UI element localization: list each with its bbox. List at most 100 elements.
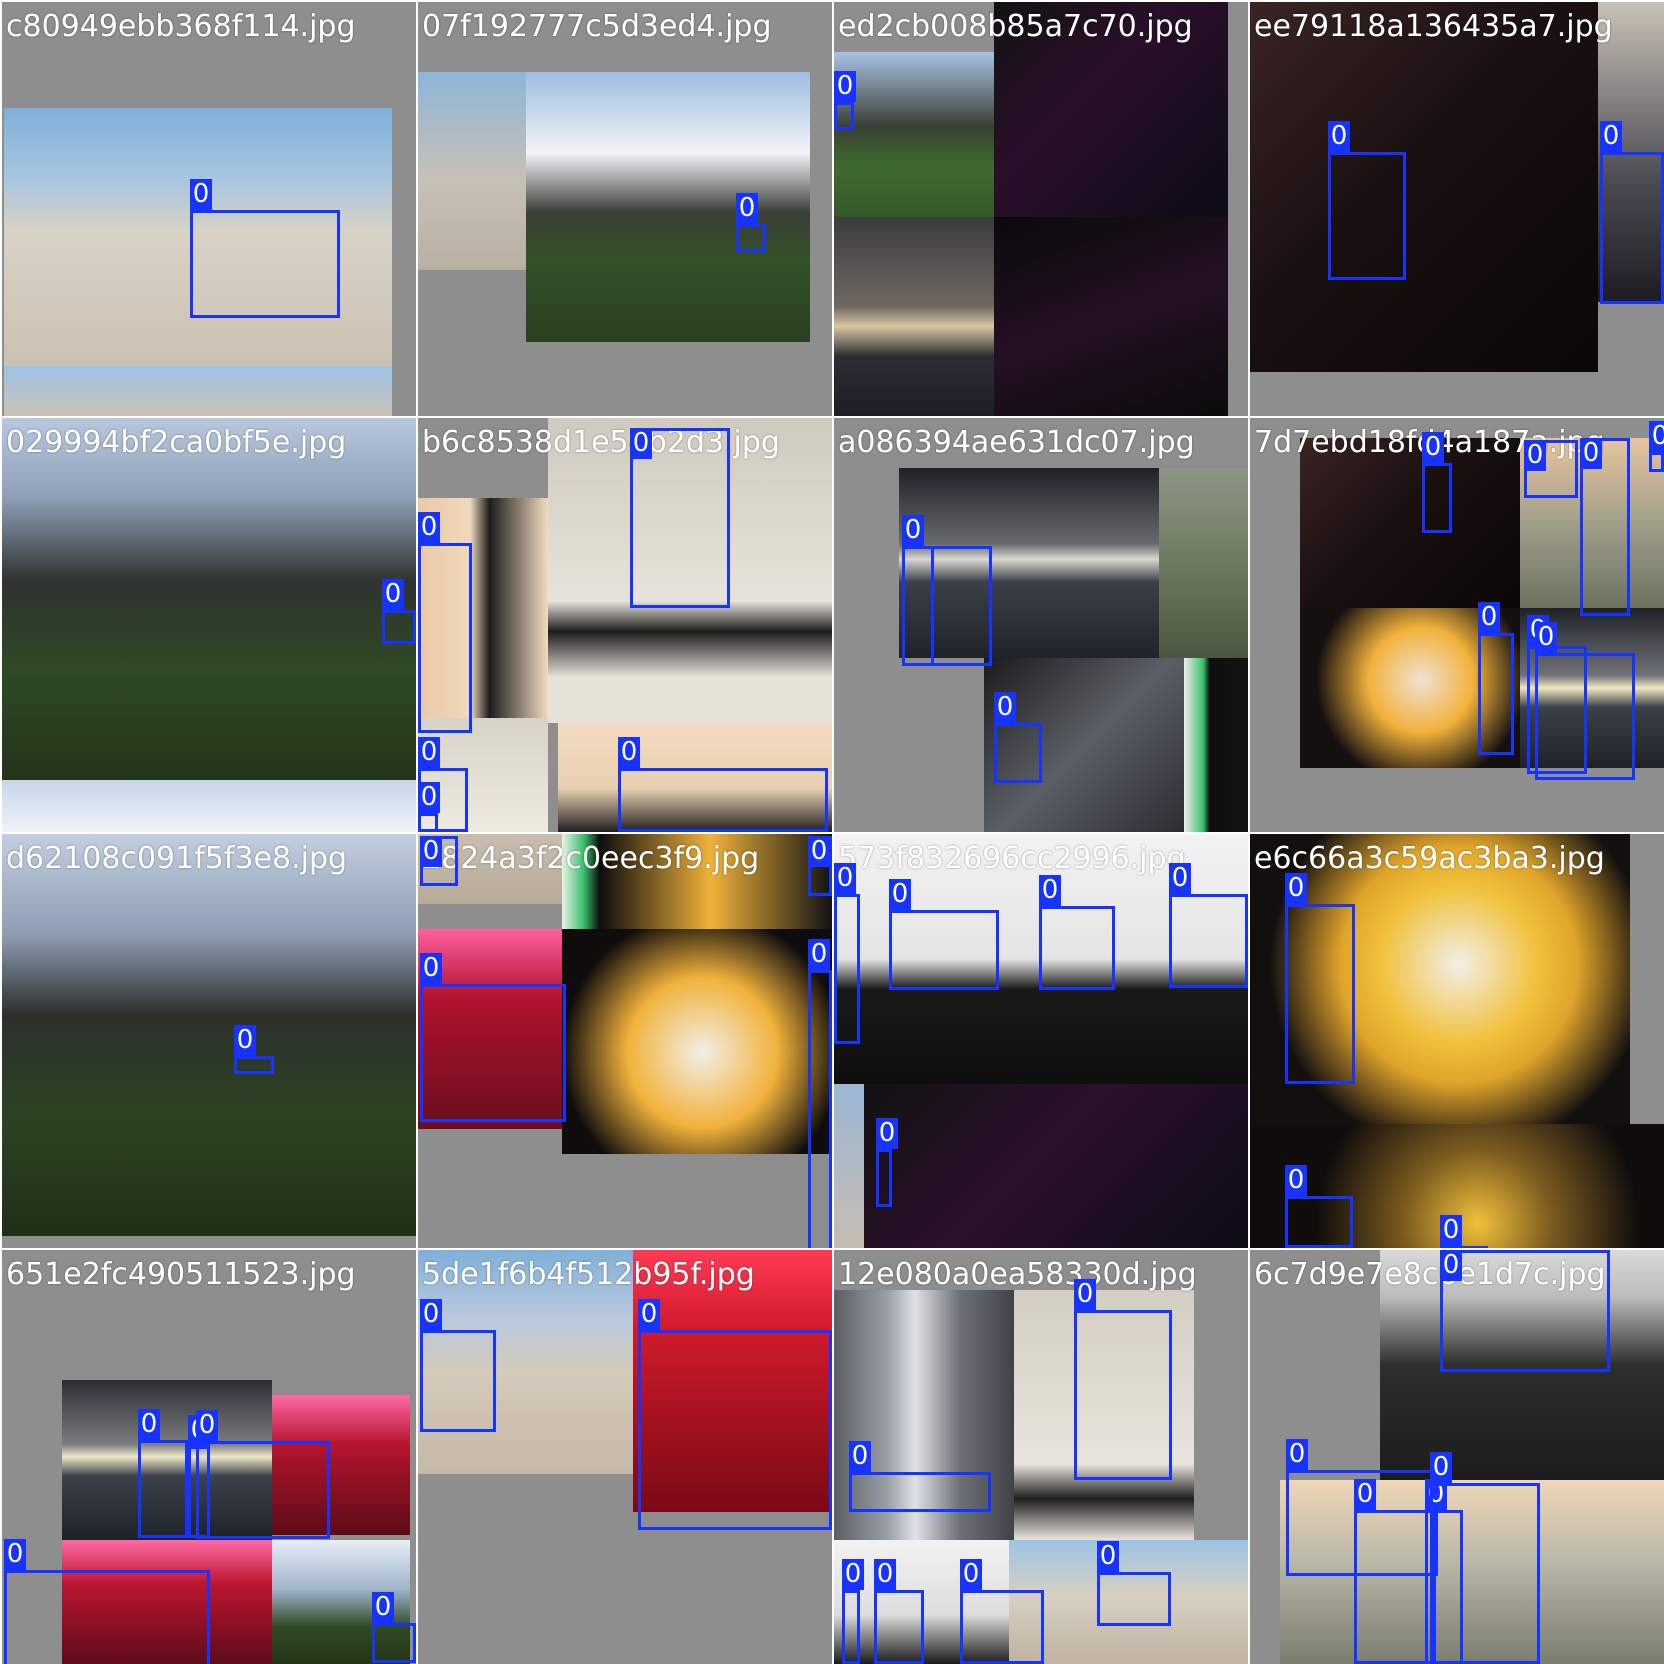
tile-filename: d62108c091f5f3e8.jpg (6, 841, 348, 876)
bounding-box: 0 (420, 953, 566, 1122)
bounding-box: 0 (1535, 622, 1635, 780)
class-label-tag: 0 (1039, 875, 1061, 906)
mosaic-tile: 6c7d9e7e8c6e1d7c.jpg 0 0 0 0 0 (1250, 1250, 1664, 1664)
bounding-box: 0 (889, 879, 999, 990)
tile-filename: 12e080a0ea58330d.jpg (838, 1257, 1197, 1292)
mosaic-tile: 2824a3f2c0eec3f9.jpg 0 0 0 0 (418, 834, 832, 1248)
tile-filename: 029994bf2ca0bf5e.jpg (6, 425, 347, 460)
bounding-box: 0 (902, 515, 934, 666)
bounding-box: 0 (138, 1409, 188, 1538)
bounding-box: 0 (382, 579, 416, 644)
bounding-box: 0 (876, 1118, 898, 1207)
class-label-tag: 0 (1580, 438, 1602, 469)
class-label-tag: 0 (1600, 121, 1622, 152)
class-label-tag: 0 (1430, 1452, 1452, 1483)
class-label-tag: 0 (420, 1299, 442, 1330)
class-label-tag: 0 (1535, 622, 1557, 653)
bounding-box: 0 (834, 863, 860, 1044)
class-label-tag: 0 (382, 579, 404, 610)
class-label-tag: 0 (1440, 1250, 1462, 1281)
bounding-box: 0 (418, 782, 440, 832)
bounding-box: 0 (420, 836, 458, 886)
photo-stadium-small (834, 52, 994, 217)
bounding-box: 0 (234, 1025, 274, 1074)
class-label-tag: 0 (1097, 1541, 1119, 1572)
class-label-tag: 0 (196, 1410, 218, 1441)
class-label-tag: 0 (736, 193, 758, 224)
bounding-box: 0 (1097, 1541, 1171, 1626)
bounding-box: 0 (1440, 1215, 1488, 1248)
mosaic-tile: 7d7ebd18fd4a187a.jpg0000000 (1250, 418, 1664, 832)
photo-sunset-sea (834, 217, 994, 416)
bounding-box: 0 (736, 193, 766, 252)
bounding-box: 0 (1354, 1479, 1436, 1664)
photo-trees (1159, 468, 1248, 658)
mosaic-tile: ee79118a136435a7.jpg 0 0 (1250, 2, 1664, 416)
bounding-box: 0 (1422, 432, 1452, 533)
photo-stadium-wide (2, 418, 416, 780)
class-label-tag: 0 (842, 1559, 864, 1590)
bounding-box: 0 (1039, 875, 1115, 990)
class-label-tag: 0 (902, 515, 924, 546)
class-label-tag: 0 (372, 1592, 394, 1623)
photo-stage-lights (864, 1084, 1248, 1248)
bounding-box: 0 (1328, 121, 1406, 280)
bounding-box: 0 (196, 1410, 330, 1539)
tile-filename: e6c66a3c59ac3ba3.jpg (1254, 841, 1605, 876)
bounding-box: 0 (874, 1559, 924, 1664)
bounding-box: 0 (1285, 1165, 1353, 1248)
bounding-box: 0 (1285, 873, 1355, 1084)
mosaic-tile: 5de1f6b4f512b95f.jpg 0 0 (418, 1250, 832, 1664)
bounding-box: 0 (630, 428, 730, 608)
photo-chicken-costume (562, 929, 832, 1154)
class-label-tag: 0 (1440, 1215, 1462, 1246)
bounding-box: 0 (372, 1592, 416, 1663)
bounding-box: 0 (808, 939, 832, 1248)
bounding-box: 0 (190, 179, 340, 318)
tile-filename: ee79118a136435a7.jpg (1254, 9, 1613, 44)
class-label-tag: 0 (1286, 1439, 1308, 1470)
bounding-box: 0 (994, 692, 1042, 783)
bounding-box: 0 (1074, 1279, 1172, 1480)
mosaic-tile: a086394ae631dc07.jpg000 (834, 418, 1248, 832)
class-label-tag: 0 (876, 1118, 898, 1149)
class-label-tag: 0 (808, 836, 830, 867)
class-label-tag: 0 (960, 1559, 982, 1590)
class-label-tag: 0 (138, 1409, 160, 1440)
class-label-tag: 0 (638, 1299, 660, 1330)
bounding-box: 0 (960, 1559, 1044, 1664)
bounding-box: 0 (618, 737, 828, 832)
tile-filename: 2824a3f2c0eec3f9.jpg (422, 841, 760, 876)
photo-stage-lights-2 (994, 217, 1228, 416)
class-label-tag: 0 (1649, 421, 1664, 452)
bounding-box: 0 (638, 1299, 832, 1530)
tile-filename: 07f192777c5d3ed4.jpg (422, 9, 772, 44)
photo-dark-room (1250, 2, 1598, 372)
class-label-tag: 0 (418, 737, 440, 768)
class-label-tag: 0 (808, 939, 830, 970)
bounding-box: 0 (1440, 1250, 1610, 1372)
photo-dark-room (1300, 438, 1520, 608)
bounding-box: 0 (834, 71, 856, 130)
tile-filename: ed2cb008b85a7c70.jpg (838, 9, 1193, 44)
photo-stadium (526, 72, 810, 342)
class-label-tag: 0 (1422, 432, 1444, 463)
bounding-box: 0 (1478, 602, 1514, 755)
photo-desert-crop (834, 1084, 864, 1248)
bounding-box: 0 (420, 1299, 496, 1432)
bounding-box: 0 (1430, 1452, 1540, 1664)
photo-green-strip (1184, 658, 1248, 832)
class-label-tag: 0 (4, 1539, 26, 1570)
mosaic-tile: c80949ebb368f114.jpg 0 (2, 2, 416, 416)
mosaic-tile: 07f192777c5d3ed4.jpg 0 (418, 2, 832, 416)
bounding-box: 0 (849, 1441, 991, 1512)
tile-filename: 573f832696cc2996.jpg (838, 841, 1186, 876)
class-label-tag: 0 (1354, 1479, 1376, 1510)
tile-filename: 651e2fc490511523.jpg (6, 1257, 356, 1292)
bounding-box: 0 (808, 836, 832, 896)
mosaic-tile: 029994bf2ca0bf5e.jpg 0 (2, 418, 416, 832)
tile-filename: c80949ebb368f114.jpg (6, 9, 356, 44)
tile-filename: 5de1f6b4f512b95f.jpg (422, 1257, 755, 1292)
mosaic-tile: d62108c091f5f3e8.jpg 0 (2, 834, 416, 1248)
class-label-tag: 0 (874, 1559, 896, 1590)
